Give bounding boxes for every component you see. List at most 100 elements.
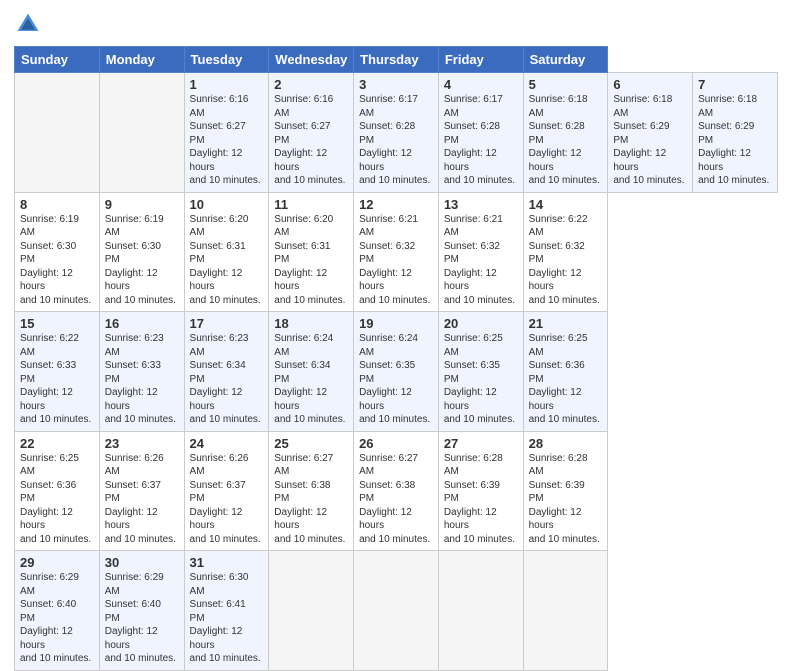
day-info: Sunrise: 6:16 AM Sunset: 6:27 PM Dayligh… (274, 93, 348, 188)
day-info: Sunrise: 6:28 AM Sunset: 6:39 PM Dayligh… (529, 452, 603, 547)
day-info: Sunrise: 6:18 AM Sunset: 6:28 PM Dayligh… (529, 93, 603, 188)
calendar-cell: 11 Sunrise: 6:20 AM Sunset: 6:31 PM Dayl… (269, 192, 354, 312)
calendar-cell: 12 Sunrise: 6:21 AM Sunset: 6:32 PM Dayl… (354, 192, 439, 312)
day-number: 30 (105, 555, 179, 570)
day-info: Sunrise: 6:25 AM Sunset: 6:36 PM Dayligh… (529, 332, 603, 427)
calendar-cell: 10 Sunrise: 6:20 AM Sunset: 6:31 PM Dayl… (184, 192, 269, 312)
day-info: Sunrise: 6:26 AM Sunset: 6:37 PM Dayligh… (105, 452, 179, 547)
day-number: 4 (444, 77, 518, 92)
calendar-cell (354, 551, 439, 671)
day-info: Sunrise: 6:21 AM Sunset: 6:32 PM Dayligh… (359, 213, 433, 308)
calendar-week-3: 22 Sunrise: 6:25 AM Sunset: 6:36 PM Dayl… (15, 431, 778, 551)
calendar-header-monday: Monday (99, 47, 184, 73)
day-number: 11 (274, 197, 348, 212)
day-number: 1 (190, 77, 264, 92)
day-number: 2 (274, 77, 348, 92)
calendar-week-1: 8 Sunrise: 6:19 AM Sunset: 6:30 PM Dayli… (15, 192, 778, 312)
day-info: Sunrise: 6:23 AM Sunset: 6:33 PM Dayligh… (105, 332, 179, 427)
calendar-cell: 8 Sunrise: 6:19 AM Sunset: 6:30 PM Dayli… (15, 192, 100, 312)
day-number: 20 (444, 316, 518, 331)
day-number: 6 (613, 77, 687, 92)
calendar-cell: 14 Sunrise: 6:22 AM Sunset: 6:32 PM Dayl… (523, 192, 608, 312)
calendar-cell (523, 551, 608, 671)
day-info: Sunrise: 6:18 AM Sunset: 6:29 PM Dayligh… (698, 93, 772, 188)
day-info: Sunrise: 6:25 AM Sunset: 6:36 PM Dayligh… (20, 452, 94, 547)
day-number: 10 (190, 197, 264, 212)
day-number: 12 (359, 197, 433, 212)
day-number: 16 (105, 316, 179, 331)
calendar-cell: 21 Sunrise: 6:25 AM Sunset: 6:36 PM Dayl… (523, 312, 608, 432)
calendar-week-2: 15 Sunrise: 6:22 AM Sunset: 6:33 PM Dayl… (15, 312, 778, 432)
day-info: Sunrise: 6:23 AM Sunset: 6:34 PM Dayligh… (190, 332, 264, 427)
day-info: Sunrise: 6:30 AM Sunset: 6:41 PM Dayligh… (190, 571, 264, 666)
day-number: 27 (444, 436, 518, 451)
day-number: 14 (529, 197, 603, 212)
day-info: Sunrise: 6:17 AM Sunset: 6:28 PM Dayligh… (444, 93, 518, 188)
day-info: Sunrise: 6:20 AM Sunset: 6:31 PM Dayligh… (274, 213, 348, 308)
day-info: Sunrise: 6:24 AM Sunset: 6:34 PM Dayligh… (274, 332, 348, 427)
day-number: 26 (359, 436, 433, 451)
day-info: Sunrise: 6:27 AM Sunset: 6:38 PM Dayligh… (274, 452, 348, 547)
calendar-cell: 9 Sunrise: 6:19 AM Sunset: 6:30 PM Dayli… (99, 192, 184, 312)
day-number: 29 (20, 555, 94, 570)
day-number: 9 (105, 197, 179, 212)
calendar-cell: 18 Sunrise: 6:24 AM Sunset: 6:34 PM Dayl… (269, 312, 354, 432)
logo (14, 10, 46, 38)
calendar-cell: 6 Sunrise: 6:18 AM Sunset: 6:29 PM Dayli… (608, 73, 693, 193)
calendar-cell: 5 Sunrise: 6:18 AM Sunset: 6:28 PM Dayli… (523, 73, 608, 193)
day-number: 19 (359, 316, 433, 331)
day-info: Sunrise: 6:19 AM Sunset: 6:30 PM Dayligh… (105, 213, 179, 308)
day-info: Sunrise: 6:27 AM Sunset: 6:38 PM Dayligh… (359, 452, 433, 547)
day-info: Sunrise: 6:22 AM Sunset: 6:33 PM Dayligh… (20, 332, 94, 427)
calendar-cell: 13 Sunrise: 6:21 AM Sunset: 6:32 PM Dayl… (438, 192, 523, 312)
calendar-cell: 28 Sunrise: 6:28 AM Sunset: 6:39 PM Dayl… (523, 431, 608, 551)
calendar-table: SundayMondayTuesdayWednesdayThursdayFrid… (14, 46, 778, 671)
day-number: 5 (529, 77, 603, 92)
day-info: Sunrise: 6:28 AM Sunset: 6:39 PM Dayligh… (444, 452, 518, 547)
day-info: Sunrise: 6:22 AM Sunset: 6:32 PM Dayligh… (529, 213, 603, 308)
calendar-cell: 16 Sunrise: 6:23 AM Sunset: 6:33 PM Dayl… (99, 312, 184, 432)
day-info: Sunrise: 6:17 AM Sunset: 6:28 PM Dayligh… (359, 93, 433, 188)
day-number: 15 (20, 316, 94, 331)
calendar-cell: 31 Sunrise: 6:30 AM Sunset: 6:41 PM Dayl… (184, 551, 269, 671)
page: SundayMondayTuesdayWednesdayThursdayFrid… (0, 0, 792, 612)
calendar-cell: 23 Sunrise: 6:26 AM Sunset: 6:37 PM Dayl… (99, 431, 184, 551)
day-info: Sunrise: 6:24 AM Sunset: 6:35 PM Dayligh… (359, 332, 433, 427)
day-info: Sunrise: 6:25 AM Sunset: 6:35 PM Dayligh… (444, 332, 518, 427)
calendar-cell: 27 Sunrise: 6:28 AM Sunset: 6:39 PM Dayl… (438, 431, 523, 551)
day-info: Sunrise: 6:29 AM Sunset: 6:40 PM Dayligh… (20, 571, 94, 666)
day-number: 8 (20, 197, 94, 212)
day-info: Sunrise: 6:16 AM Sunset: 6:27 PM Dayligh… (190, 93, 264, 188)
calendar-cell: 2 Sunrise: 6:16 AM Sunset: 6:27 PM Dayli… (269, 73, 354, 193)
calendar-cell: 3 Sunrise: 6:17 AM Sunset: 6:28 PM Dayli… (354, 73, 439, 193)
calendar-cell: 29 Sunrise: 6:29 AM Sunset: 6:40 PM Dayl… (15, 551, 100, 671)
day-number: 18 (274, 316, 348, 331)
header (14, 10, 778, 38)
calendar-header-wednesday: Wednesday (269, 47, 354, 73)
day-number: 17 (190, 316, 264, 331)
day-number: 13 (444, 197, 518, 212)
calendar-cell: 1 Sunrise: 6:16 AM Sunset: 6:27 PM Dayli… (184, 73, 269, 193)
calendar-cell (438, 551, 523, 671)
calendar-week-0: 1 Sunrise: 6:16 AM Sunset: 6:27 PM Dayli… (15, 73, 778, 193)
calendar-header-friday: Friday (438, 47, 523, 73)
day-info: Sunrise: 6:21 AM Sunset: 6:32 PM Dayligh… (444, 213, 518, 308)
day-number: 21 (529, 316, 603, 331)
day-number: 3 (359, 77, 433, 92)
day-info: Sunrise: 6:29 AM Sunset: 6:40 PM Dayligh… (105, 571, 179, 666)
day-number: 23 (105, 436, 179, 451)
day-info: Sunrise: 6:26 AM Sunset: 6:37 PM Dayligh… (190, 452, 264, 547)
day-number: 28 (529, 436, 603, 451)
calendar-cell (269, 551, 354, 671)
calendar-cell: 17 Sunrise: 6:23 AM Sunset: 6:34 PM Dayl… (184, 312, 269, 432)
day-info: Sunrise: 6:20 AM Sunset: 6:31 PM Dayligh… (190, 213, 264, 308)
calendar-cell: 30 Sunrise: 6:29 AM Sunset: 6:40 PM Dayl… (99, 551, 184, 671)
day-info: Sunrise: 6:19 AM Sunset: 6:30 PM Dayligh… (20, 213, 94, 308)
calendar-header-thursday: Thursday (354, 47, 439, 73)
day-number: 24 (190, 436, 264, 451)
calendar-cell: 24 Sunrise: 6:26 AM Sunset: 6:37 PM Dayl… (184, 431, 269, 551)
calendar-cell: 15 Sunrise: 6:22 AM Sunset: 6:33 PM Dayl… (15, 312, 100, 432)
calendar-header-sunday: Sunday (15, 47, 100, 73)
calendar-cell: 25 Sunrise: 6:27 AM Sunset: 6:38 PM Dayl… (269, 431, 354, 551)
calendar-cell: 7 Sunrise: 6:18 AM Sunset: 6:29 PM Dayli… (693, 73, 778, 193)
